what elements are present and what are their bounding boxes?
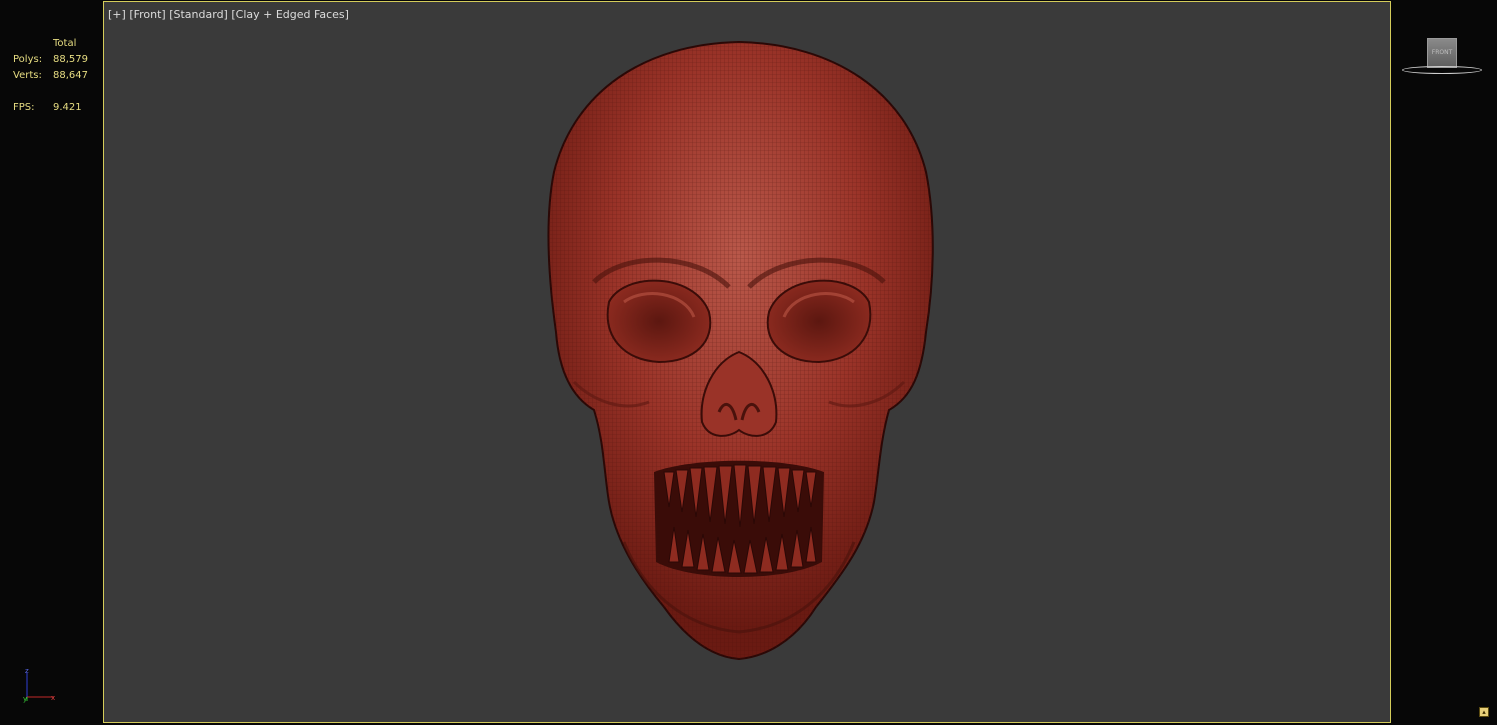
- skull-mesh: [547, 40, 934, 661]
- maximize-toggle-icon[interactable]: ▴: [1479, 707, 1489, 717]
- viewport-plus-menu[interactable]: [+]: [108, 8, 126, 21]
- viewport-label-menu: [+] [Front] [Standard] [Clay + Edged Fac…: [108, 8, 349, 21]
- viewport-camera-menu[interactable]: [Standard]: [169, 8, 228, 21]
- app-window: Total Polys: 88,579 Verts: 88,647 FPS: 9…: [0, 0, 1497, 725]
- viewport-shading-menu[interactable]: [Clay + Edged Faces]: [231, 8, 349, 21]
- y-axis-label: y: [23, 695, 27, 703]
- fps-value: 9.421: [53, 102, 82, 113]
- viewcube-front-face[interactable]: FRONT: [1427, 38, 1457, 68]
- x-axis-label: x: [51, 694, 55, 702]
- skull-model[interactable]: [104, 2, 1391, 723]
- stats-header: Total: [53, 38, 77, 49]
- verts-value: 88,647: [53, 70, 88, 81]
- verts-label: Verts:: [13, 70, 42, 81]
- polys-value: 88,579: [53, 54, 88, 65]
- viewcube-icon[interactable]: FRONT: [1400, 36, 1484, 80]
- viewcube-compass-ring[interactable]: [1402, 66, 1482, 74]
- axis-tripod-icon: z y x: [23, 667, 55, 703]
- fps-label: FPS:: [13, 102, 35, 113]
- perspective-viewport[interactable]: [+] [Front] [Standard] [Clay + Edged Fac…: [103, 1, 1391, 723]
- polys-label: Polys:: [13, 54, 43, 65]
- z-axis-label: z: [25, 667, 29, 675]
- viewport-view-menu[interactable]: [Front]: [129, 8, 165, 21]
